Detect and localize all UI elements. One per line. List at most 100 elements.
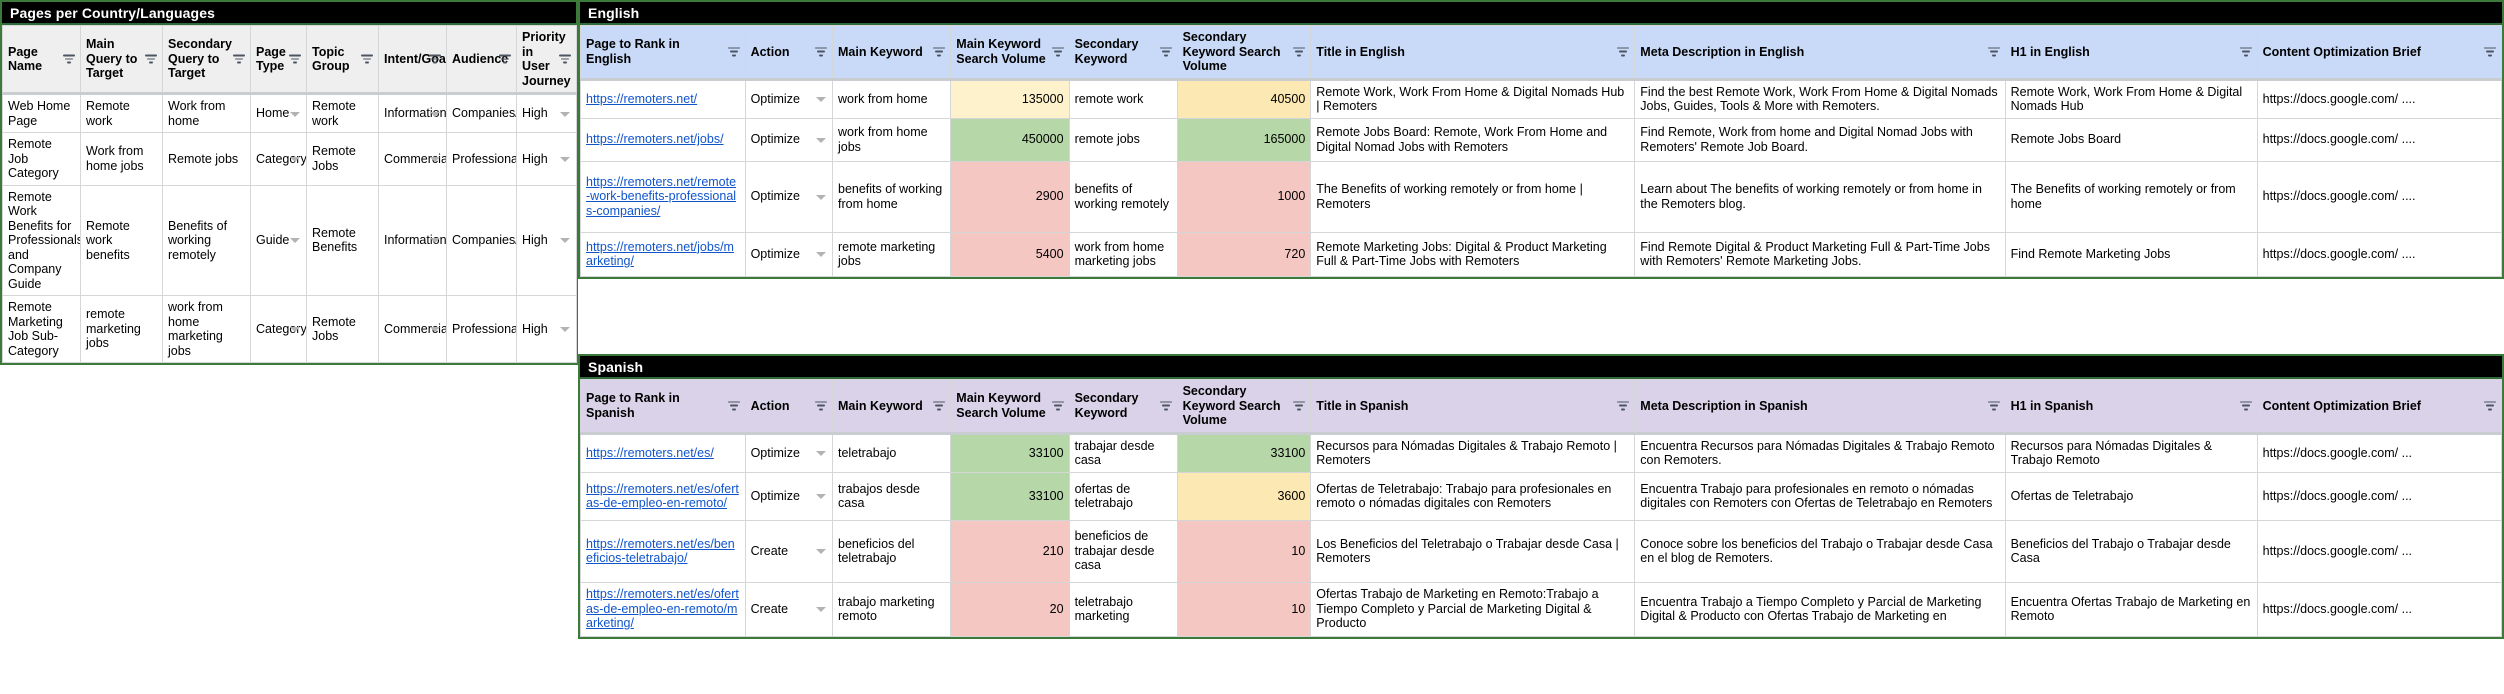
cell-h1[interactable]: Recursos para Nómadas Digitales & Trabaj… <box>2004 432 2258 473</box>
filter-icon[interactable] <box>727 47 740 57</box>
cell-main-keyword[interactable]: work from home jobs <box>831 117 952 162</box>
cell-secondary-volume[interactable]: 10 <box>1176 581 1312 637</box>
cell-audience[interactable]: Professionals <box>446 132 517 186</box>
chevron-down-icon[interactable] <box>816 607 826 612</box>
cell-main-keyword[interactable]: trabajo marketing remoto <box>831 581 952 637</box>
cell-title[interactable]: Remote Work, Work From Home & Digital No… <box>1310 78 1636 119</box>
cell-meta[interactable]: Conoce sobre los beneficios del Trabajo … <box>1634 519 2006 583</box>
filter-icon[interactable] <box>429 54 441 64</box>
page-link[interactable]: https://remoters.net/jobs/marketing/ <box>586 240 734 269</box>
col-header-main-query[interactable]: Main Query to Target <box>80 25 163 95</box>
cell-secondary-volume[interactable]: 3600 <box>1176 471 1312 521</box>
table-row[interactable]: https://remoters.net/remote-work-benefit… <box>580 160 2503 233</box>
cell-secondary-query[interactable]: Benefits of working remotely <box>162 184 251 296</box>
filter-icon[interactable] <box>1617 47 1630 57</box>
col-header-action[interactable]: Action <box>744 379 834 435</box>
table-row[interactable]: https://remoters.net/es/ofertas-de-emple… <box>580 471 2503 521</box>
cell-main-volume[interactable]: 33100 <box>950 432 1070 473</box>
filter-icon[interactable] <box>933 47 946 57</box>
col-header-title-english[interactable]: Title in English <box>1310 25 1636 81</box>
filter-icon[interactable] <box>815 47 827 57</box>
filter-icon[interactable] <box>559 54 571 64</box>
cell-topic-group[interactable]: Remote Jobs <box>306 132 379 186</box>
table-row[interactable]: https://remoters.net/es/ofertas-de-emple… <box>580 581 2503 637</box>
col-header-main-keyword-volume[interactable]: Main Keyword Search Volume <box>950 25 1070 81</box>
col-header-main-keyword-volume[interactable]: Main Keyword Search Volume <box>950 379 1070 435</box>
filter-icon[interactable] <box>815 401 827 411</box>
cell-secondary-keyword[interactable]: remote jobs <box>1068 117 1178 162</box>
cell-main-query[interactable]: Work from home jobs <box>80 132 163 186</box>
cell-intent-goal[interactable]: Informational <box>378 93 447 133</box>
filter-icon[interactable] <box>145 54 157 64</box>
cell-title[interactable]: Los Beneficios del Teletrabajo o Trabaja… <box>1310 519 1636 583</box>
cell-h1[interactable]: Beneficios del Trabajo o Trabajar desde … <box>2004 519 2258 583</box>
page-link[interactable]: https://remoters.net/ <box>586 92 697 106</box>
cell-priority[interactable]: High <box>516 295 577 363</box>
cell-main-keyword[interactable]: trabajos desde casa <box>831 471 952 521</box>
table-row[interactable]: Remote Job Category Work from home jobs … <box>2 132 577 186</box>
cell-brief[interactable]: https://docs.google.com/ .... <box>2256 117 2503 162</box>
col-header-meta-english[interactable]: Meta Description in English <box>1634 25 2006 81</box>
col-header-audience[interactable]: Audience <box>446 25 517 95</box>
table-row[interactable]: https://remoters.net/jobs/marketing/ Opt… <box>580 231 2503 277</box>
cell-main-query[interactable]: remote marketing jobs <box>80 295 163 363</box>
filter-icon[interactable] <box>1159 47 1172 57</box>
col-header-title-spanish[interactable]: Title in Spanish <box>1310 379 1636 435</box>
cell-secondary-volume[interactable]: 720 <box>1176 231 1312 277</box>
table-row[interactable]: Web Home Page Remote work Work from home… <box>2 93 577 133</box>
filter-icon[interactable] <box>361 54 373 64</box>
filter-icon[interactable] <box>1159 401 1172 411</box>
cell-main-volume[interactable]: 20 <box>950 581 1070 637</box>
cell-main-query[interactable]: Remote work <box>80 93 163 133</box>
cell-main-keyword[interactable]: teletrabajo <box>831 432 952 473</box>
chevron-down-icon[interactable] <box>290 156 300 162</box>
cell-brief[interactable]: https://docs.google.com/ ... <box>2256 519 2503 583</box>
chevron-down-icon[interactable] <box>560 327 570 332</box>
col-header-topic-group[interactable]: Topic Group <box>306 25 379 95</box>
cell-action[interactable]: Optimize <box>744 432 834 473</box>
cell-title[interactable]: Remote Marketing Jobs: Digital & Product… <box>1310 231 1636 277</box>
cell-h1[interactable]: Remote Work, Work From Home & Digital No… <box>2004 78 2258 119</box>
cell-page-url[interactable]: https://remoters.net/es/ofertas-de-emple… <box>580 581 746 637</box>
cell-page-url[interactable]: https://remoters.net/jobs/marketing/ <box>580 231 746 277</box>
col-header-secondary-keyword[interactable]: Secondary Keyword <box>1068 25 1178 81</box>
cell-brief[interactable]: https://docs.google.com/ ... <box>2256 471 2503 521</box>
col-header-priority[interactable]: Priority in User Journey <box>516 25 577 95</box>
cell-meta[interactable]: Find the best Remote Work, Work From Hom… <box>1634 78 2006 119</box>
chevron-down-icon[interactable] <box>560 111 570 117</box>
filter-icon[interactable] <box>233 54 245 64</box>
cell-h1[interactable]: The Benefits of working remotely or from… <box>2004 160 2258 233</box>
cell-main-keyword[interactable]: remote marketing jobs <box>831 231 952 277</box>
cell-main-volume[interactable]: 2900 <box>950 160 1070 233</box>
table-row[interactable]: https://remoters.net/es/beneficios-telet… <box>580 519 2503 583</box>
col-header-meta-spanish[interactable]: Meta Description in Spanish <box>1634 379 2006 435</box>
cell-action[interactable]: Optimize <box>744 78 834 119</box>
col-header-h1-english[interactable]: H1 in English <box>2004 25 2258 81</box>
cell-main-query[interactable]: Remote work benefits <box>80 184 163 296</box>
cell-h1[interactable]: Find Remote Marketing Jobs <box>2004 231 2258 277</box>
cell-brief[interactable]: https://docs.google.com/ .... <box>2256 78 2503 119</box>
cell-title[interactable]: Ofertas Trabajo de Marketing en Remoto:T… <box>1310 581 1636 637</box>
cell-page-name[interactable]: Remote Work Benefits for Professionals a… <box>2 184 81 296</box>
cell-brief[interactable]: https://docs.google.com/ .... <box>2256 160 2503 233</box>
filter-icon[interactable] <box>2484 47 2496 57</box>
cell-secondary-keyword[interactable]: benefits of working remotely <box>1068 160 1178 233</box>
chevron-down-icon[interactable] <box>816 194 826 200</box>
cell-secondary-volume[interactable]: 40500 <box>1176 78 1312 119</box>
col-header-page-type[interactable]: Page Type <box>250 25 307 95</box>
cell-page-name[interactable]: Remote Job Category <box>2 132 81 186</box>
chevron-down-icon[interactable] <box>430 111 440 117</box>
col-header-content-brief[interactable]: Content Optimization Brief <box>2256 379 2503 435</box>
cell-action[interactable]: Optimize <box>744 231 834 277</box>
cell-priority[interactable]: High <box>516 184 577 296</box>
cell-main-volume[interactable]: 5400 <box>950 231 1070 277</box>
cell-audience[interactable]: Companies/Professionals <box>446 184 517 296</box>
cell-topic-group[interactable]: Remote work <box>306 93 379 133</box>
cell-intent-goal[interactable]: Commercial <box>378 132 447 186</box>
page-link[interactable]: https://remoters.net/es/beneficios-telet… <box>586 537 735 566</box>
cell-page-name[interactable]: Web Home Page <box>2 93 81 133</box>
cell-h1[interactable]: Encuentra Ofertas Trabajo de Marketing e… <box>2004 581 2258 637</box>
table-row[interactable]: Remote Work Benefits for Professionals a… <box>2 184 577 296</box>
cell-title[interactable]: The Benefits of working remotely or from… <box>1310 160 1636 233</box>
cell-page-name[interactable]: Remote Marketing Job Sub-Category <box>2 295 81 363</box>
